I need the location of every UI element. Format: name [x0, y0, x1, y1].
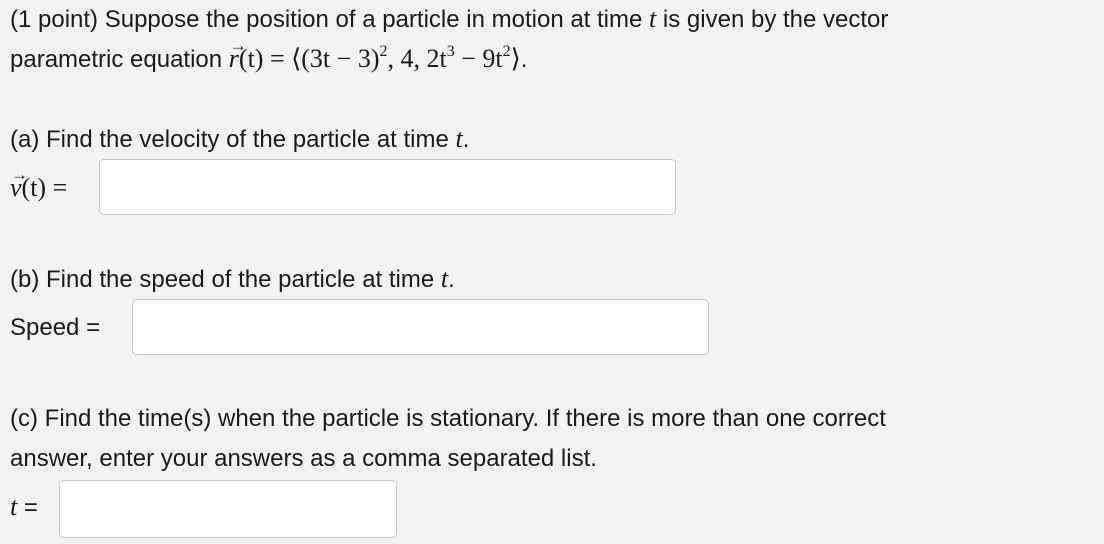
part-c-prompt-line-2: answer, enter your answers as a comma se…	[10, 445, 597, 472]
position-equation: r(t) = ⟨(3t − 3)2, 4, 2t3 − 9t2⟩	[229, 30, 521, 75]
velocity-answer-input[interactable]	[99, 159, 676, 215]
problem-statement-line-1: (1 point) Suppose the position of a part…	[10, 3, 888, 36]
problem-intro-text: (1 point) Suppose the position of a part…	[10, 6, 650, 33]
part-a-prompt: (a) Find the velocity of the particle at…	[10, 124, 470, 153]
velocity-vector-symbol: v	[10, 159, 27, 204]
part-c-prompt-line-1: (c) Find the time(s) when the particle i…	[10, 405, 886, 432]
time-answer-input[interactable]	[59, 480, 397, 538]
part-b-prompt: (b) Find the speed of the particle at ti…	[10, 264, 455, 293]
problem-intro-text-cont: is given by the vector	[656, 6, 889, 33]
speed-answer-input[interactable]	[132, 299, 709, 355]
time-label: t =	[10, 492, 38, 521]
equation-intro-text: parametric equation	[10, 46, 229, 73]
speed-label: Speed =	[10, 314, 101, 341]
position-vector-symbol: r	[229, 30, 247, 75]
problem-statement-line-2: parametric equation r(t) = ⟨(3t − 3)2, 4…	[10, 30, 527, 76]
velocity-label: v(t) =	[10, 159, 67, 205]
